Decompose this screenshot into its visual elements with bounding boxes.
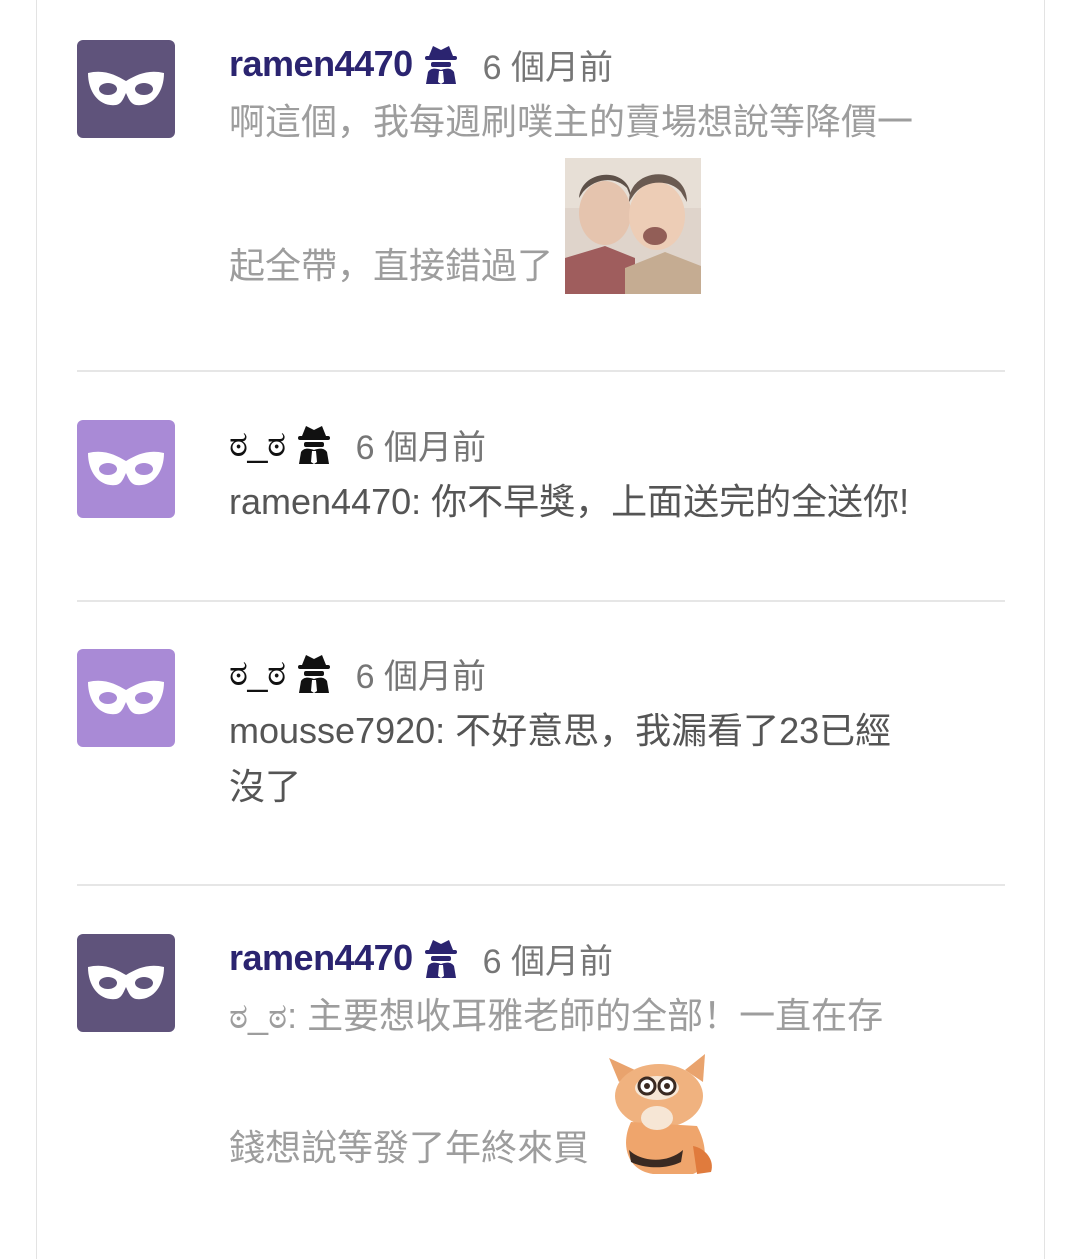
- anonymous-spy-icon: [424, 940, 457, 978]
- avatar[interactable]: [77, 420, 175, 518]
- timestamp: 6 個月前: [482, 942, 613, 981]
- avatar[interactable]: [77, 934, 175, 1032]
- comment-text: 啊這個，我每週刷噗主的賣場想說等降價一: [229, 101, 914, 142]
- comment-text-continued: 沒了: [229, 766, 302, 807]
- username[interactable]: ramen4470: [229, 43, 413, 85]
- divider: [77, 884, 1005, 886]
- timestamp: 6 個月前: [355, 657, 486, 696]
- comment-text-continued: 起全帶，直接錯過了: [229, 245, 554, 286]
- fox-sticker: [609, 1054, 712, 1174]
- username[interactable]: ಠ_ಠ: [229, 423, 286, 466]
- username[interactable]: ಠ_ಠ: [229, 652, 286, 695]
- comment-text: mousse7920: 不好意思，我漏看了23已經: [229, 710, 892, 751]
- divider: [77, 370, 1005, 372]
- timestamp: 6 個月前: [355, 428, 486, 467]
- laughing-men-sticker: [565, 158, 702, 294]
- comment-text: ramen4470: 你不早獎，上面送完的全送你!: [229, 481, 910, 522]
- comment-panel: ramen4470 6 個月前 啊這個，我每週刷噗主的賣場想說等降價一 起全帶，…: [36, 0, 1045, 1259]
- mask-icon: [88, 965, 164, 1000]
- username[interactable]: ramen4470: [229, 937, 413, 979]
- anonymous-spy-icon: [297, 426, 330, 464]
- divider: [77, 600, 1005, 602]
- avatar[interactable]: [77, 649, 175, 747]
- timestamp: 6 個月前: [482, 48, 613, 87]
- anonymous-spy-icon: [424, 46, 457, 84]
- mask-icon: [88, 451, 164, 486]
- anonymous-spy-icon: [297, 655, 330, 693]
- mask-icon: [88, 71, 164, 106]
- comment-text: ಠ_ಠ: 主要想收耳雅老師的全部！一直在存: [229, 995, 884, 1036]
- mask-icon: [88, 680, 164, 715]
- comment-text-continued: 錢想說等發了年終來買: [229, 1127, 590, 1168]
- avatar[interactable]: [77, 40, 175, 138]
